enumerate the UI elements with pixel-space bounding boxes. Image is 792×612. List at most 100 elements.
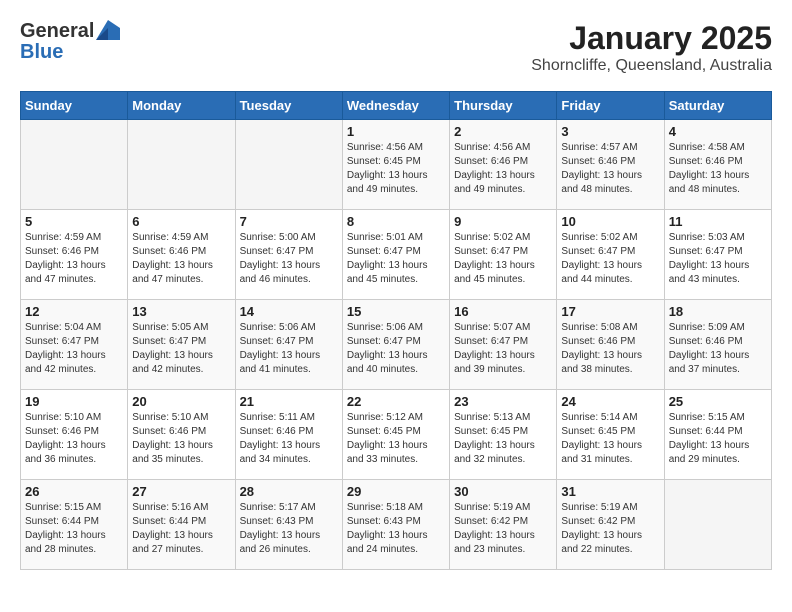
- day-number: 7: [240, 214, 338, 229]
- calendar-cell: 12 Sunrise: 5:04 AM Sunset: 6:47 PM Dayli…: [21, 300, 128, 390]
- calendar-cell: 15 Sunrise: 5:06 AM Sunset: 6:47 PM Dayli…: [342, 300, 449, 390]
- day-number: 11: [669, 214, 767, 229]
- day-number: 29: [347, 484, 445, 499]
- calendar-cell: 21 Sunrise: 5:11 AM Sunset: 6:46 PM Dayli…: [235, 390, 342, 480]
- month-title: January 2025: [531, 20, 772, 57]
- day-info: Sunrise: 5:18 AM Sunset: 6:43 PM Dayligh…: [347, 501, 445, 557]
- weekday-header-cell: Monday: [128, 92, 235, 120]
- calendar-table: SundayMondayTuesdayWednesdayThursdayFrid…: [20, 91, 772, 570]
- day-info: Sunrise: 5:19 AM Sunset: 6:42 PM Dayligh…: [454, 501, 552, 557]
- calendar-cell: 31Sunrise: 5:19 AM Sunset: 6:42 PM Dayli…: [557, 480, 664, 570]
- calendar-cell: 24 Sunrise: 5:14 AM Sunset: 6:45 PM Dayli…: [557, 390, 664, 480]
- day-info: Sunrise: 4:56 AM Sunset: 6:45 PM Dayligh…: [347, 141, 445, 197]
- day-number: 5: [25, 214, 123, 229]
- calendar-cell: 25 Sunrise: 5:15 AM Sunset: 6:44 PM Dayli…: [664, 390, 771, 480]
- day-number: 4: [669, 124, 767, 139]
- day-info: Sunrise: 5:02 AM Sunset: 6:47 PM Dayligh…: [454, 231, 552, 287]
- calendar-week-row: 19 Sunrise: 5:10 AM Sunset: 6:46 PM Dayli…: [21, 390, 772, 480]
- day-number: 30: [454, 484, 552, 499]
- day-info: Sunrise: 5:10 AM Sunset: 6:46 PM Dayligh…: [132, 411, 230, 467]
- day-info: Sunrise: 4:56 AM Sunset: 6:46 PM Dayligh…: [454, 141, 552, 197]
- day-number: 15: [347, 304, 445, 319]
- day-number: 1: [347, 124, 445, 139]
- day-info: Sunrise: 5:16 AM Sunset: 6:44 PM Dayligh…: [132, 501, 230, 557]
- day-number: 3: [561, 124, 659, 139]
- day-number: 17: [561, 304, 659, 319]
- day-info: Sunrise: 5:07 AM Sunset: 6:47 PM Dayligh…: [454, 321, 552, 377]
- day-info: Sunrise: 5:10 AM Sunset: 6:46 PM Dayligh…: [25, 411, 123, 467]
- logo-blue-text: Blue: [20, 41, 63, 63]
- calendar-cell: 3 Sunrise: 4:57 AM Sunset: 6:46 PM Daylig…: [557, 120, 664, 210]
- calendar-cell: 17 Sunrise: 5:08 AM Sunset: 6:46 PM Dayli…: [557, 300, 664, 390]
- calendar-cell: 5 Sunrise: 4:59 AM Sunset: 6:46 PM Daylig…: [21, 210, 128, 300]
- day-info: Sunrise: 5:06 AM Sunset: 6:47 PM Dayligh…: [347, 321, 445, 377]
- calendar-cell: [21, 120, 128, 210]
- logo: General Blue: [20, 20, 120, 64]
- day-info: Sunrise: 5:03 AM Sunset: 6:47 PM Dayligh…: [669, 231, 767, 287]
- day-info: Sunrise: 5:14 AM Sunset: 6:45 PM Dayligh…: [561, 411, 659, 467]
- day-number: 18: [669, 304, 767, 319]
- day-info: Sunrise: 5:04 AM Sunset: 6:47 PM Dayligh…: [25, 321, 123, 377]
- calendar-cell: 23 Sunrise: 5:13 AM Sunset: 6:45 PM Dayli…: [450, 390, 557, 480]
- weekday-header-cell: Thursday: [450, 92, 557, 120]
- location-text: Shorncliffe, Queensland, Australia: [531, 57, 772, 75]
- calendar-cell: 18 Sunrise: 5:09 AM Sunset: 6:46 PM Dayli…: [664, 300, 771, 390]
- calendar-cell: 2Sunrise: 4:56 AM Sunset: 6:46 PM Daylig…: [450, 120, 557, 210]
- weekday-header-cell: Sunday: [21, 92, 128, 120]
- calendar-cell: 8Sunrise: 5:01 AM Sunset: 6:47 PM Daylig…: [342, 210, 449, 300]
- day-info: Sunrise: 5:15 AM Sunset: 6:44 PM Dayligh…: [25, 501, 123, 557]
- page-header: General Blue January 2025 Shorncliffe, Q…: [20, 20, 772, 75]
- day-number: 19: [25, 394, 123, 409]
- day-info: Sunrise: 5:08 AM Sunset: 6:46 PM Dayligh…: [561, 321, 659, 377]
- day-number: 8: [347, 214, 445, 229]
- calendar-cell: 20Sunrise: 5:10 AM Sunset: 6:46 PM Dayli…: [128, 390, 235, 480]
- day-number: 6: [132, 214, 230, 229]
- day-number: 28: [240, 484, 338, 499]
- day-number: 13: [132, 304, 230, 319]
- day-info: Sunrise: 5:15 AM Sunset: 6:44 PM Dayligh…: [669, 411, 767, 467]
- day-number: 31: [561, 484, 659, 499]
- day-info: Sunrise: 5:00 AM Sunset: 6:47 PM Dayligh…: [240, 231, 338, 287]
- weekday-header-cell: Tuesday: [235, 92, 342, 120]
- calendar-cell: 13Sunrise: 5:05 AM Sunset: 6:47 PM Dayli…: [128, 300, 235, 390]
- day-number: 14: [240, 304, 338, 319]
- day-number: 25: [669, 394, 767, 409]
- title-block: January 2025 Shorncliffe, Queensland, Au…: [531, 20, 772, 75]
- calendar-cell: 19 Sunrise: 5:10 AM Sunset: 6:46 PM Dayli…: [21, 390, 128, 480]
- weekday-header-cell: Wednesday: [342, 92, 449, 120]
- logo-icon: [96, 20, 120, 40]
- day-number: 21: [240, 394, 338, 409]
- logo-general-text: General: [20, 20, 94, 43]
- calendar-cell: 22Sunrise: 5:12 AM Sunset: 6:45 PM Dayli…: [342, 390, 449, 480]
- calendar-cell: 14 Sunrise: 5:06 AM Sunset: 6:47 PM Dayli…: [235, 300, 342, 390]
- day-info: Sunrise: 5:13 AM Sunset: 6:45 PM Dayligh…: [454, 411, 552, 467]
- day-info: Sunrise: 4:59 AM Sunset: 6:46 PM Dayligh…: [132, 231, 230, 287]
- day-number: 23: [454, 394, 552, 409]
- calendar-cell: 27Sunrise: 5:16 AM Sunset: 6:44 PM Dayli…: [128, 480, 235, 570]
- calendar-cell: 26Sunrise: 5:15 AM Sunset: 6:44 PM Dayli…: [21, 480, 128, 570]
- day-number: 12: [25, 304, 123, 319]
- day-number: 22: [347, 394, 445, 409]
- day-info: Sunrise: 5:09 AM Sunset: 6:46 PM Dayligh…: [669, 321, 767, 377]
- calendar-cell: [664, 480, 771, 570]
- day-info: Sunrise: 4:59 AM Sunset: 6:46 PM Dayligh…: [25, 231, 123, 287]
- calendar-week-row: 26Sunrise: 5:15 AM Sunset: 6:44 PM Dayli…: [21, 480, 772, 570]
- calendar-cell: 1 Sunrise: 4:56 AM Sunset: 6:45 PM Daylig…: [342, 120, 449, 210]
- calendar-cell: 29 Sunrise: 5:18 AM Sunset: 6:43 PM Dayli…: [342, 480, 449, 570]
- calendar-week-row: 12 Sunrise: 5:04 AM Sunset: 6:47 PM Dayli…: [21, 300, 772, 390]
- day-info: Sunrise: 5:06 AM Sunset: 6:47 PM Dayligh…: [240, 321, 338, 377]
- calendar-cell: 28Sunrise: 5:17 AM Sunset: 6:43 PM Dayli…: [235, 480, 342, 570]
- day-number: 16: [454, 304, 552, 319]
- day-number: 10: [561, 214, 659, 229]
- day-info: Sunrise: 5:11 AM Sunset: 6:46 PM Dayligh…: [240, 411, 338, 467]
- calendar-cell: 10Sunrise: 5:02 AM Sunset: 6:47 PM Dayli…: [557, 210, 664, 300]
- day-number: 9: [454, 214, 552, 229]
- calendar-cell: [128, 120, 235, 210]
- calendar-cell: 11 Sunrise: 5:03 AM Sunset: 6:47 PM Dayli…: [664, 210, 771, 300]
- calendar-cell: 9 Sunrise: 5:02 AM Sunset: 6:47 PM Daylig…: [450, 210, 557, 300]
- day-info: Sunrise: 4:57 AM Sunset: 6:46 PM Dayligh…: [561, 141, 659, 197]
- calendar-cell: 16 Sunrise: 5:07 AM Sunset: 6:47 PM Dayli…: [450, 300, 557, 390]
- day-info: Sunrise: 4:58 AM Sunset: 6:46 PM Dayligh…: [669, 141, 767, 197]
- calendar-body: 1 Sunrise: 4:56 AM Sunset: 6:45 PM Daylig…: [21, 120, 772, 570]
- day-number: 24: [561, 394, 659, 409]
